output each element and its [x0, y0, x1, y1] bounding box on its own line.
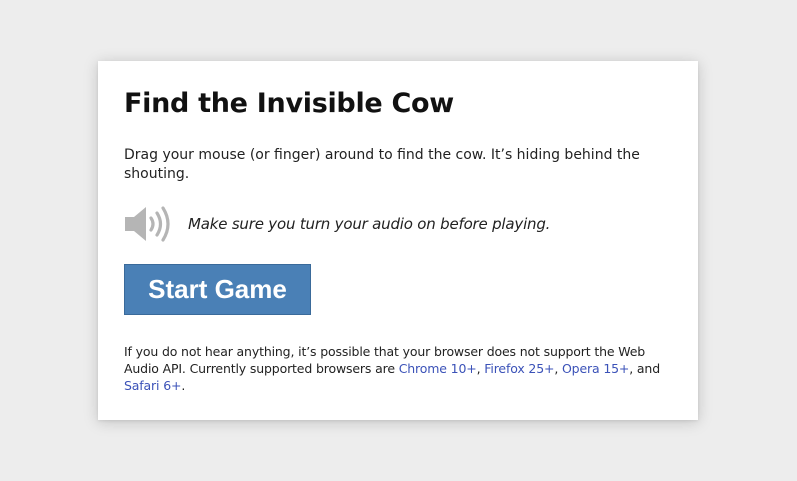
safari-link[interactable]: Safari 6+	[124, 378, 181, 393]
intro-text: Drag your mouse (or finger) around to fi…	[124, 147, 640, 182]
chrome-link[interactable]: Chrome 10+	[399, 361, 477, 376]
firefox-link[interactable]: Firefox 25+	[484, 361, 554, 376]
browser-support-note: If you do not hear anything, it’s possib…	[124, 344, 660, 393]
speaker-volume-icon	[125, 206, 170, 242]
audio-notice: Make sure you turn your audio on before …	[124, 204, 550, 244]
audio-note-text: Make sure you turn your audio on before …	[188, 215, 551, 233]
start-game-button[interactable]: Start Game	[124, 264, 311, 315]
page-title: Find the Invisible Cow	[124, 88, 454, 119]
game-card: Find the Invisible Cow Drag your mouse (…	[98, 61, 698, 420]
opera-link[interactable]: Opera 15+	[562, 361, 629, 376]
